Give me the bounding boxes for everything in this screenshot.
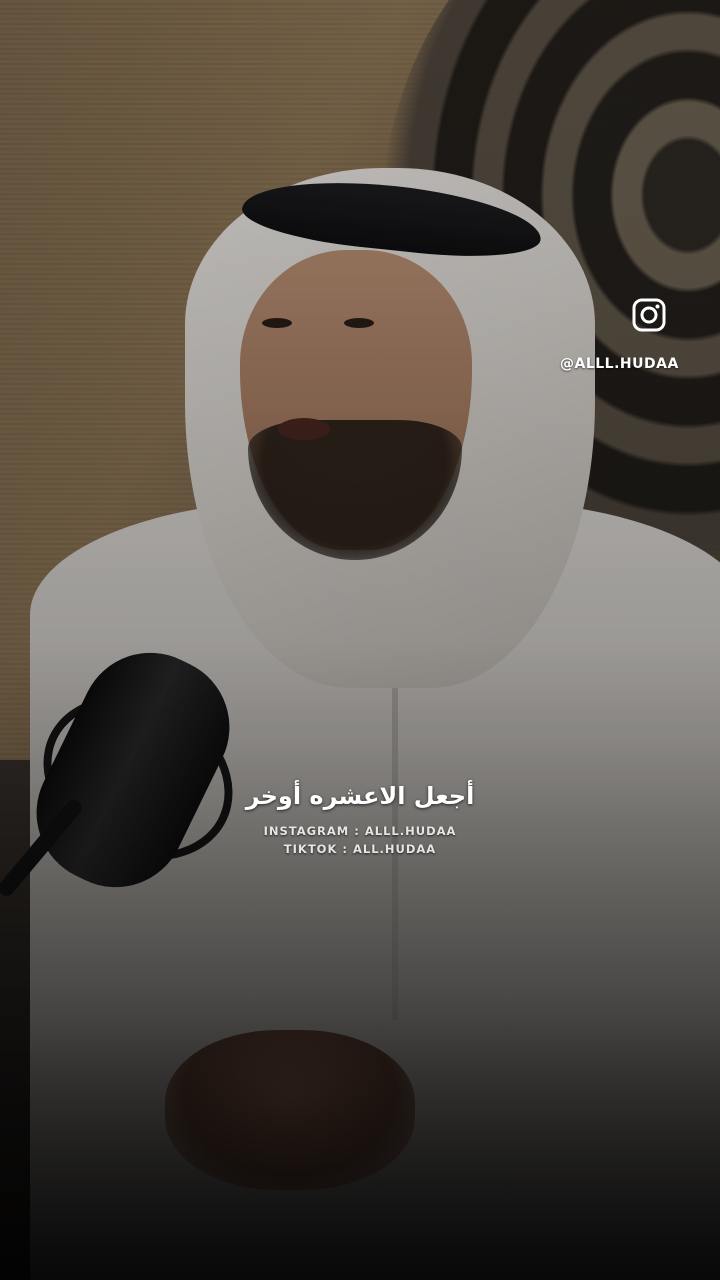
credit-tiktok: TIKTOK : ALL.HUDAA bbox=[283, 842, 437, 856]
video-vignette bbox=[0, 0, 720, 1280]
credit-instagram: INSTAGRAM : ALLL.HUDAA bbox=[263, 824, 457, 838]
instagram-icon[interactable] bbox=[632, 298, 666, 332]
video-caption: أجعل الاعشره أوخر bbox=[245, 782, 475, 810]
video-frame[interactable]: @ALLL.HUDAA أجعل الاعشره أوخر INSTAGRAM … bbox=[0, 0, 720, 1280]
watermark-handle[interactable]: @ALLL.HUDAA bbox=[560, 356, 678, 372]
